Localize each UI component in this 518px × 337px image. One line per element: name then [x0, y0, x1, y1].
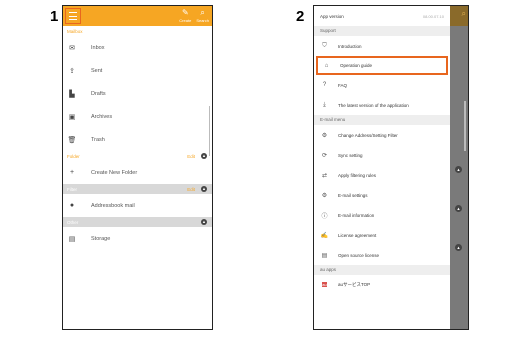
download-icon: ⤓: [323, 101, 326, 108]
folder-edit-button[interactable]: Edit: [187, 154, 195, 159]
collapse-icon[interactable]: ▲: [201, 186, 207, 192]
menu-item-label: Open source license: [338, 252, 380, 258]
hamburger-menu-button[interactable]: [65, 8, 81, 24]
filter-circle-icon: ●: [69, 202, 75, 209]
phone-screen-mail: ✎ Create ⌕ Search Mailbox ✉ Inbox ⇪ Sent…: [62, 5, 213, 330]
background-scrollbar: [464, 101, 466, 151]
menu-item-label: Apply filtering rules: [338, 172, 377, 178]
open-source-icon: ▤: [321, 252, 328, 259]
menu-item-label: The latest version of the application: [338, 102, 409, 108]
menu-item-label: E-mail information: [338, 212, 375, 218]
menu-item-license-agreement[interactable]: ✍ License agreement: [314, 225, 450, 245]
menu-item-introduction[interactable]: ⛉ Introduction: [314, 36, 450, 56]
menu-item-label: License agreement: [338, 232, 377, 238]
background-collapse-icon: ▲: [455, 166, 462, 173]
search-button[interactable]: ⌕ Search: [196, 8, 209, 23]
menu-item-open-source-license[interactable]: ▤ Open source license: [314, 245, 450, 265]
step-number-2: 2: [296, 8, 305, 25]
menu-item-apply-filtering[interactable]: ⇄ Apply filtering rules: [314, 165, 450, 185]
pencil-icon: ✎: [181, 8, 189, 17]
menu-item-label: auサービスTOP: [338, 282, 371, 287]
sync-icon: ⟳: [321, 152, 328, 159]
search-icon: ⌕: [461, 9, 466, 18]
menu-item-label: Sync setting: [338, 152, 363, 158]
mailbox-item-label: Trash: [91, 136, 105, 143]
license-icon: ✍: [320, 232, 329, 239]
mailbox-item-trash[interactable]: 🗑 Trash: [63, 128, 212, 151]
menu-item-operation-guide[interactable]: ⌂ Operation guide: [316, 56, 448, 75]
collapse-icon[interactable]: ▲: [201, 219, 207, 225]
side-menu-panel: App version 08.00.07.10 Support ⛉ Introd…: [314, 6, 450, 329]
menu-item-latest-version[interactable]: ⤓ The latest version of the application: [314, 95, 450, 115]
email-settings-icon: ⚙: [321, 192, 328, 199]
other-item-storage[interactable]: ▤ Storage: [63, 227, 212, 250]
create-new-folder-button[interactable]: + Create New Folder: [63, 161, 212, 184]
menu-item-sync-setting[interactable]: ⟳ Sync setting: [314, 145, 450, 165]
menu-item-email-settings[interactable]: ⚙ E-mail settings: [314, 185, 450, 205]
sent-icon: ⇪: [69, 67, 75, 75]
au-app-icon: au: [322, 282, 327, 287]
background-search-area: ⌕: [450, 6, 468, 26]
menu-item-label: E-mail settings: [338, 192, 368, 198]
settings-gear-icon: ⚙: [321, 132, 328, 139]
trash-icon: 🗑: [67, 136, 77, 144]
app-version-row: App version 08.00.07.10: [314, 6, 450, 26]
filter-section-label: Filter: [67, 186, 77, 192]
filter-item-addressbook[interactable]: ● Addressbook mail: [63, 194, 212, 217]
mailbox-section-label: Mailbox: [67, 29, 83, 34]
app-version-label: App version: [320, 13, 344, 19]
collapse-icon[interactable]: ▲: [201, 153, 207, 159]
mailbox-item-inbox[interactable]: ✉ Inbox: [63, 36, 212, 59]
shield-icon: ⛉: [322, 42, 327, 49]
mailbox-item-label: Inbox: [91, 44, 105, 51]
mailbox-item-label: Sent: [91, 67, 103, 74]
plus-icon: +: [69, 169, 75, 176]
create-label: Create: [179, 18, 192, 23]
drafts-icon: ▙: [69, 90, 75, 98]
help-icon: ?: [322, 82, 327, 88]
menu-item-change-address[interactable]: ⚙ Change Address/Setting Filter: [314, 125, 450, 145]
create-new-folder-label: Create New Folder: [91, 169, 138, 176]
inbox-icon: ✉: [69, 44, 75, 52]
create-button[interactable]: ✎ Create: [179, 8, 191, 23]
mailbox-item-archives[interactable]: ▣ Archives: [63, 105, 212, 128]
folder-section-label: Folder: [67, 153, 80, 159]
app-version-value: 08.00.07.10: [422, 13, 444, 19]
mailbox-item-label: Drafts: [91, 90, 106, 97]
mailbox-item-drafts[interactable]: ▙ Drafts: [63, 82, 212, 105]
filter-item-label: Addressbook mail: [91, 202, 135, 209]
menu-item-label: Operation guide: [340, 63, 373, 68]
info-icon: ⓘ: [321, 213, 328, 220]
phone-screen-menu: ⌕ ▲ ▲ ▲ App version 08.00.07.10 Support …: [313, 5, 469, 330]
other-section-header: Other ▲: [63, 217, 212, 227]
background-collapse-icon: ▲: [455, 205, 462, 212]
background-collapse-icon: ▲: [455, 244, 462, 251]
search-icon: ⌕: [200, 8, 205, 17]
menu-item-email-information[interactable]: ⓘ E-mail information: [314, 205, 450, 225]
guide-icon: ⌂: [324, 62, 329, 69]
folder-section-header: Folder Edit ▲: [63, 151, 212, 161]
other-section-label: Other: [67, 219, 79, 225]
filter-section-header: Filter Edit ▲: [63, 184, 212, 194]
menu-item-label: Introduction: [338, 43, 362, 49]
scrollbar[interactable]: [208, 106, 210, 156]
menu-item-faq[interactable]: ? FAQ: [314, 75, 450, 95]
app-header: ✎ Create ⌕ Search: [63, 6, 212, 26]
email-menu-section-label: E-mail menu: [314, 115, 450, 125]
support-section-label: Support: [314, 26, 450, 36]
other-item-label: Storage: [91, 235, 111, 242]
archive-icon: ▣: [68, 113, 76, 121]
menu-item-label: Change Address/Setting Filter: [338, 132, 398, 138]
menu-item-label: FAQ: [338, 82, 348, 88]
au-apps-section-label: au apps: [314, 265, 450, 275]
filter-icon: ⇄: [321, 172, 328, 179]
storage-icon: ▤: [68, 235, 76, 243]
mailbox-item-sent[interactable]: ⇪ Sent: [63, 59, 212, 82]
menu-item-au-service-top[interactable]: au auサービスTOP: [314, 275, 450, 295]
step-number-1: 1: [50, 8, 59, 25]
filter-edit-button[interactable]: Edit: [187, 187, 195, 192]
search-label: Search: [196, 18, 209, 23]
mailbox-item-label: Archives: [91, 113, 113, 120]
